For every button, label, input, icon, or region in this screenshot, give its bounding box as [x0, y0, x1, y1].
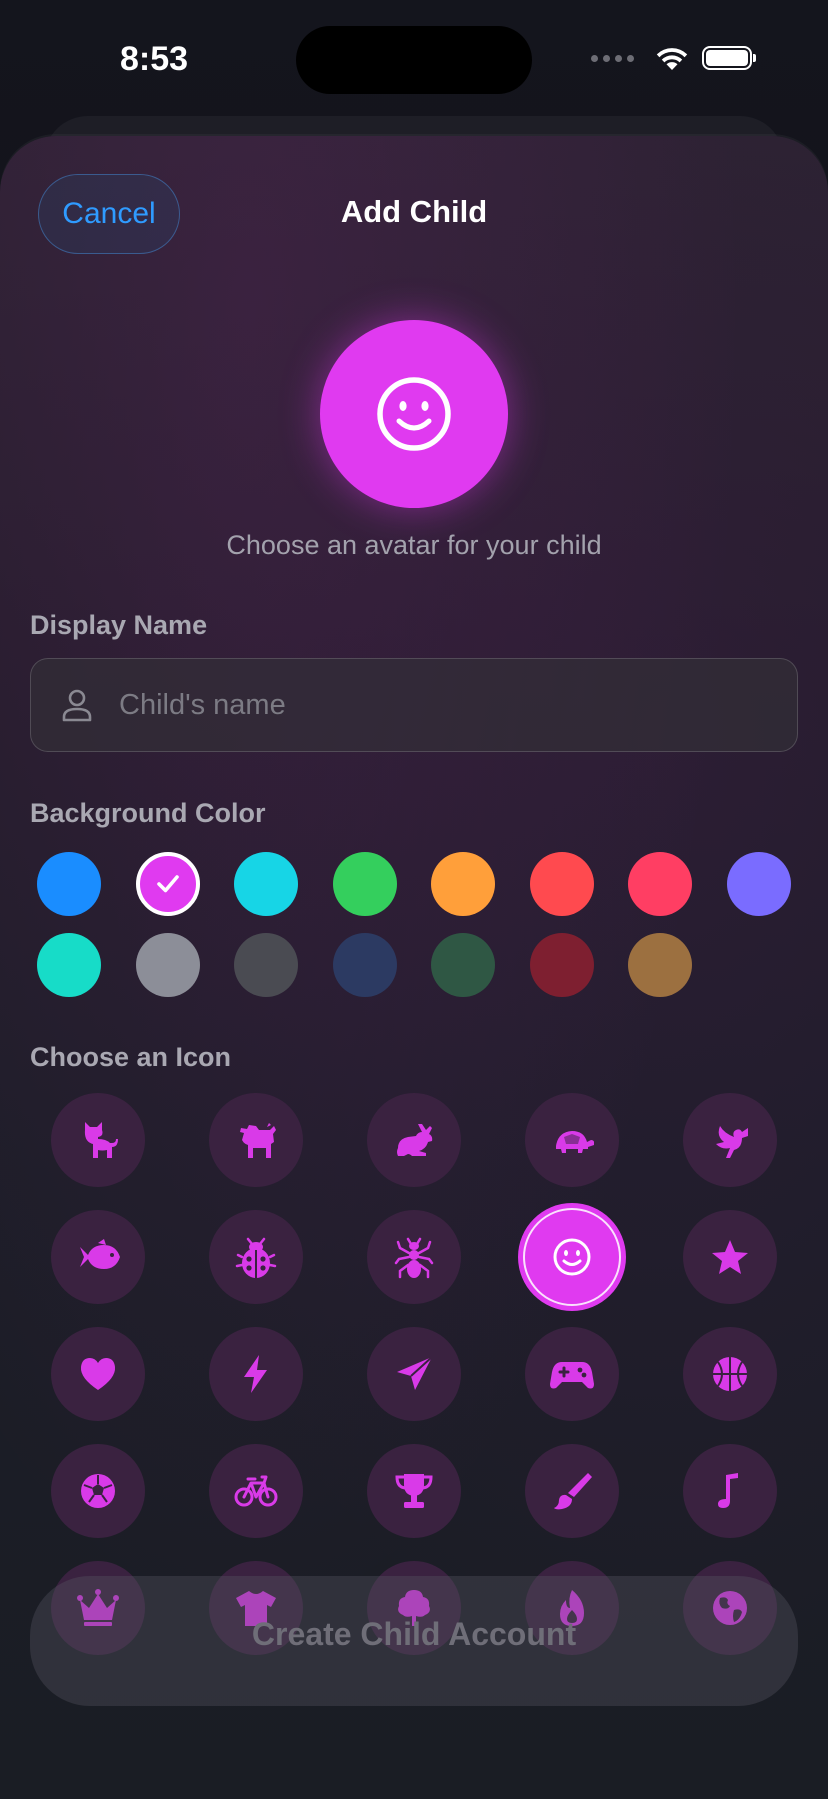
choose-icon-label: Choose an Icon	[30, 1042, 232, 1072]
star-icon	[712, 1240, 748, 1274]
display-name-field[interactable]	[30, 658, 798, 752]
soccer-ball-icon	[81, 1474, 115, 1508]
basketball-icon	[713, 1357, 747, 1391]
icon-option[interactable]	[51, 1444, 145, 1538]
music-note-icon	[718, 1473, 738, 1508]
color-swatch[interactable]	[726, 852, 791, 916]
create-child-account-button[interactable]: Create Child Account	[30, 1576, 798, 1706]
status-icons	[591, 44, 756, 72]
heart-icon	[80, 1358, 116, 1390]
add-child-sheet: Cancel Add Child Choose an avatar for yo…	[0, 136, 828, 1799]
bicycle-icon	[234, 1475, 278, 1507]
color-swatch[interactable]	[332, 933, 397, 997]
dynamic-island	[296, 26, 532, 94]
icon-option[interactable]	[683, 1093, 777, 1187]
color-swatch[interactable]	[529, 852, 594, 916]
color-swatch[interactable]	[135, 852, 200, 916]
display-name-input[interactable]	[117, 674, 797, 736]
cat-icon	[84, 1122, 118, 1158]
screen: 8:53 Cancel Add Child Choose an avatar f…	[0, 0, 828, 1799]
person-icon	[62, 689, 92, 722]
icon-option[interactable]	[367, 1210, 461, 1304]
color-swatch[interactable]	[234, 852, 298, 916]
icon-option[interactable]	[209, 1444, 303, 1538]
checkmark-icon	[156, 875, 179, 893]
color-swatch[interactable]	[37, 852, 101, 916]
icon-option[interactable]	[683, 1444, 777, 1538]
paper-plane-icon	[397, 1356, 433, 1390]
color-swatch[interactable]	[431, 933, 495, 997]
icon-option[interactable]	[525, 1444, 619, 1538]
color-swatch[interactable]	[332, 852, 397, 916]
color-swatch[interactable]	[628, 933, 692, 997]
color-swatch[interactable]	[234, 933, 298, 997]
color-swatch[interactable]	[529, 933, 594, 997]
icon-option[interactable]	[209, 1093, 303, 1187]
paintbrush-icon	[554, 1473, 592, 1510]
background-color-label: Background Color	[30, 798, 266, 828]
color-swatch[interactable]	[628, 852, 692, 916]
icon-option[interactable]	[683, 1210, 777, 1304]
gamecontroller-icon	[550, 1362, 594, 1389]
tortoise-icon	[556, 1131, 594, 1153]
bird-icon	[716, 1126, 748, 1158]
icon-option[interactable]	[367, 1444, 461, 1538]
color-swatch[interactable]	[135, 933, 200, 997]
avatar-caption: Choose an avatar for your child	[226, 530, 602, 560]
icon-option[interactable]	[51, 1093, 145, 1187]
dog-icon	[240, 1123, 276, 1158]
icon-option[interactable]	[51, 1210, 145, 1304]
ant-icon	[394, 1237, 434, 1279]
icon-option[interactable]	[367, 1327, 461, 1421]
icon-option[interactable]	[209, 1210, 303, 1304]
icon-option[interactable]	[51, 1327, 145, 1421]
icon-option[interactable]	[518, 1203, 626, 1311]
trophy-icon	[395, 1474, 433, 1508]
smiley-face-icon	[377, 377, 451, 451]
ladybug-icon	[235, 1237, 277, 1278]
status-time: 8:53	[120, 40, 189, 78]
icon-option[interactable]	[525, 1327, 619, 1421]
avatar-preview[interactable]	[320, 320, 508, 508]
battery-icon	[702, 46, 756, 70]
sheet-title: Add Child	[340, 194, 488, 229]
wifi-icon	[656, 48, 688, 70]
display-name-label: Display Name	[30, 610, 208, 640]
icon-option[interactable]	[683, 1327, 777, 1421]
color-swatch[interactable]	[431, 852, 495, 916]
cellular-signal-icon	[591, 54, 634, 62]
icon-option[interactable]	[525, 1093, 619, 1187]
color-swatch[interactable]	[37, 933, 101, 997]
icon-option[interactable]	[367, 1093, 461, 1187]
bolt-icon	[244, 1355, 267, 1393]
icon-option[interactable]	[209, 1327, 303, 1421]
rabbit-icon	[397, 1124, 433, 1156]
fish-icon	[80, 1239, 120, 1269]
